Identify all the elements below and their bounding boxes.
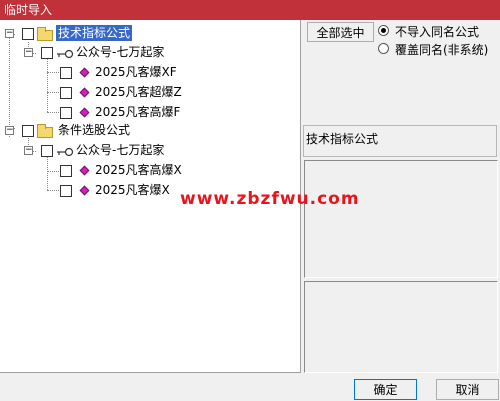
folder-icon	[37, 27, 53, 41]
formula-icon	[79, 185, 90, 196]
watermark: www.zbzfwu.com	[180, 189, 360, 209]
folder-checkbox[interactable]	[41, 47, 53, 59]
cancel-button[interactable]: 取消	[436, 379, 499, 400]
ok-button[interactable]: 确定	[354, 379, 417, 400]
description-title: 技术指标公式	[306, 132, 379, 146]
collapse-icon[interactable]: −	[5, 126, 14, 135]
tree-folder-label[interactable]: 公众号-七万起家	[76, 142, 164, 158]
radio-overwrite-duplicates[interactable]	[378, 43, 389, 54]
tree-group-label[interactable]: 条件选股公式	[58, 122, 130, 138]
collapse-icon[interactable]: −	[24, 48, 33, 57]
tree-group-screening[interactable]: − 条件选股公式	[0, 121, 300, 139]
tree-item[interactable]: 2025凡客超爆Z	[0, 83, 300, 101]
folder-checkbox[interactable]	[41, 145, 53, 157]
title-bar: 临时导入	[0, 0, 500, 20]
item-checkbox[interactable]	[60, 67, 72, 79]
radio-overwrite-label[interactable]: 覆盖同名(非系统)	[395, 41, 488, 58]
tree-group-label[interactable]: 技术指标公式	[56, 25, 133, 41]
tree-item-label[interactable]: 2025凡客爆X	[95, 182, 170, 198]
formula-icon	[79, 87, 90, 98]
formula-icon	[79, 67, 90, 78]
tree-group-technical[interactable]: − 技术指标公式	[0, 24, 300, 42]
group-checkbox[interactable]	[22, 28, 34, 40]
item-checkbox[interactable]	[60, 185, 72, 197]
button-bar	[0, 374, 500, 401]
tree-folder[interactable]: − 公众号-七万起家	[0, 141, 300, 159]
tree-item-label[interactable]: 2025凡客高爆F	[95, 104, 180, 120]
tree-folder[interactable]: − 公众号-七万起家	[0, 43, 300, 61]
group-checkbox[interactable]	[22, 125, 34, 137]
tree-folder-label[interactable]: 公众号-七万起家	[76, 44, 164, 60]
tree-item-label[interactable]: 2025凡客高爆X	[95, 162, 182, 178]
radio-skip-duplicates[interactable]	[378, 25, 389, 36]
collapse-icon[interactable]: −	[5, 29, 14, 38]
select-all-button[interactable]: 全部选中	[307, 22, 374, 42]
description-title-panel: 技术指标公式	[303, 125, 497, 157]
radio-skip-label[interactable]: 不导入同名公式	[395, 23, 479, 40]
tree-item-label[interactable]: 2025凡客超爆Z	[95, 84, 182, 100]
formula-icon	[79, 165, 90, 176]
preview-panel	[304, 281, 498, 373]
tree-item[interactable]: 2025凡客高爆X	[0, 161, 300, 179]
import-dialog: 临时导入 − 技术指标公式 − 公众号-七万起家 2025凡客爆XF 2025凡…	[0, 0, 500, 401]
description-panel	[304, 160, 498, 278]
item-checkbox[interactable]	[60, 107, 72, 119]
tree-item[interactable]: 2025凡客爆XF	[0, 63, 300, 81]
folder-icon	[37, 124, 53, 138]
collapse-icon[interactable]: −	[24, 146, 33, 155]
item-checkbox[interactable]	[60, 165, 72, 177]
key-icon	[57, 49, 74, 59]
tree-item-label[interactable]: 2025凡客爆XF	[95, 64, 177, 80]
item-checkbox[interactable]	[60, 87, 72, 99]
tree-item[interactable]: 2025凡客高爆F	[0, 103, 300, 121]
key-icon	[57, 147, 74, 157]
formula-icon	[79, 107, 90, 118]
